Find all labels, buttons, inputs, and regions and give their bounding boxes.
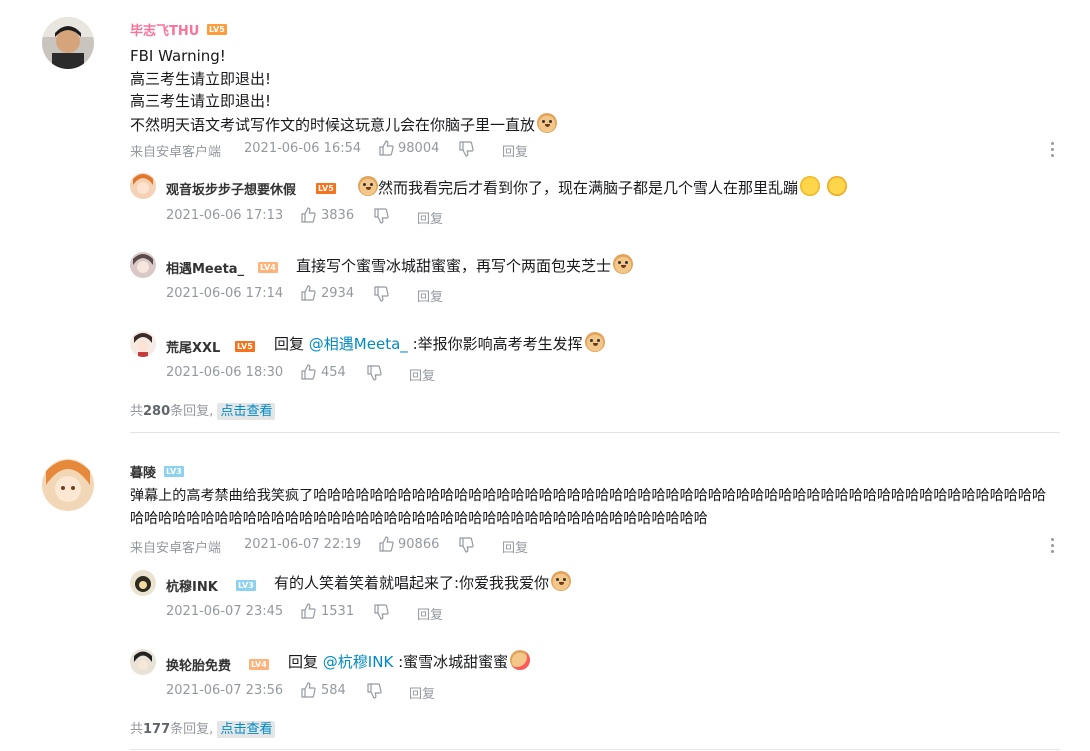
avatar[interactable] [42,17,94,69]
dislike-icon[interactable] [458,537,474,553]
comment-content: FBI Warning! 高三考生请立即退出! 高三考生请立即退出! 不然明天语… [130,45,558,136]
like-count: 3836 [321,208,355,223]
level-badge: LV5 [235,341,255,352]
doge-emoji-icon [584,332,605,352]
more-icon[interactable] [1051,142,1055,158]
reply-time: 2021-06-07 23:56 [166,683,284,698]
username[interactable]: 杭穆INK [166,576,218,595]
view-more-link[interactable]: 点击查看 [217,721,276,738]
avatar[interactable] [130,570,156,596]
reply-summary: 共177条回复, 点击查看 [130,718,276,738]
doge-emoji-icon [551,571,572,591]
avatar[interactable] [42,459,94,511]
level-badge: LV4 [249,659,269,670]
dislike-icon[interactable] [458,141,474,157]
avatar[interactable] [130,331,156,357]
divider [130,432,1060,433]
like-count: 90866 [398,537,440,552]
angry-doge-emoji-icon [510,650,531,670]
like-count: 2934 [321,286,355,301]
username[interactable]: 相遇Meeta_ [166,258,244,277]
like-icon[interactable] [300,207,316,223]
dislike-icon[interactable] [366,365,382,381]
reply-time: 2021-06-06 18:30 [166,365,284,380]
more-icon[interactable] [1051,538,1055,554]
like-icon[interactable] [300,603,316,619]
reply-content: 回复 @相遇Meeta_ :举报你影响高考考生发挥 [274,332,605,354]
avatar[interactable] [130,649,156,675]
username[interactable]: 暮陵 [130,462,156,481]
comment-time: 2021-06-06 16:54 [244,141,362,156]
reply-content: 直接写个蜜雪冰城甜蜜蜜，再写个两面包夹芝士 [296,254,634,276]
level-badge: LV5 [316,183,336,194]
reply-time: 2021-06-07 23:45 [166,604,284,619]
reply-button[interactable]: 回复 [417,604,443,623]
reply-button[interactable]: 回复 [502,141,528,160]
avatar[interactable] [130,173,156,199]
username[interactable]: 换轮胎免费 [166,655,231,674]
doge-emoji-icon [537,112,558,133]
doge-emoji-icon [358,176,378,196]
reply-summary: 共280条回复, 点击查看 [130,400,276,420]
level-badge: LV3 [164,466,184,477]
like-icon[interactable] [378,140,394,156]
divider [130,749,1060,750]
comment-source: 来自安卓客户端 [130,145,222,160]
reply-button[interactable]: 回复 [409,365,435,384]
reply-time: 2021-06-06 17:13 [166,208,284,223]
like-icon[interactable] [300,364,316,380]
snot-emoji-icon [800,176,821,196]
reply-button[interactable]: 回复 [409,683,435,702]
level-badge: LV3 [236,580,256,591]
dislike-icon[interactable] [373,286,389,302]
username[interactable]: 毕志飞THU [130,20,199,39]
comment-time: 2021-06-07 22:19 [244,537,362,552]
level-badge: LV4 [258,262,278,273]
avatar[interactable] [130,252,156,278]
like-icon[interactable] [300,285,316,301]
like-count: 584 [321,683,346,698]
reply-button[interactable]: 回复 [502,537,528,556]
mention-link[interactable]: @相遇Meeta_ [309,335,408,353]
reply-content: 有的人笑着笑着就唱起来了:你爱我我爱你 [274,571,572,593]
dislike-icon[interactable] [366,683,382,699]
like-icon[interactable] [300,682,316,698]
level-badge: LV5 [207,24,227,35]
comment-content: 弹幕上的高考禁曲给我笑疯了哈哈哈哈哈哈哈哈哈哈哈哈哈哈哈哈哈哈哈哈哈哈哈哈哈哈哈… [130,488,1047,527]
dislike-icon[interactable] [373,604,389,620]
dislike-icon[interactable] [373,208,389,224]
wink-emoji-icon [826,176,847,196]
like-count: 1531 [321,604,355,619]
like-count: 454 [321,365,346,380]
comment-source: 来自安卓客户端 [130,541,222,556]
like-icon[interactable] [378,536,394,552]
reply-content: 然而我看完后才看到你了，现在满脑子都是几个雪人在那里乱蹦 [356,176,847,198]
reply-content: 回复 @杭穆INK :蜜雪冰城甜蜜蜜 [288,650,531,672]
username[interactable]: 观音坂步步子想要休假 [166,179,296,198]
doge-emoji-icon [613,254,634,274]
like-count: 98004 [398,141,440,156]
reply-button[interactable]: 回复 [417,286,443,305]
username[interactable]: 荒尾XXL [166,337,220,356]
view-more-link[interactable]: 点击查看 [217,403,276,420]
reply-time: 2021-06-06 17:14 [166,286,284,301]
mention-link[interactable]: @杭穆INK [323,653,393,671]
reply-button[interactable]: 回复 [417,208,443,227]
